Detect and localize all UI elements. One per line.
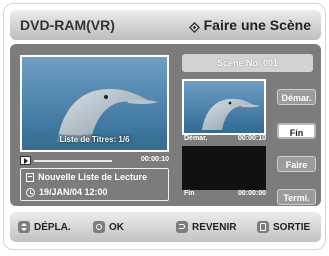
bottom-bar: DÉPLA. OK REVENIR SORTIE <box>10 212 321 242</box>
end-label: Fin <box>184 190 195 197</box>
start-time: 00:00:10 <box>237 135 266 142</box>
clock-icon <box>26 187 35 197</box>
playlist-icon <box>26 172 34 182</box>
start-button[interactable]: Démar. <box>277 89 316 105</box>
dvd-menu-screen: DVD-RAM(VR) Faire une Scène Liste de Tit… <box>3 3 326 250</box>
end-time: 00:00:00 <box>237 190 266 197</box>
play-icon[interactable] <box>20 156 31 165</box>
end-row: Fin 00:00:00 <box>184 190 266 201</box>
start-row: Démar. 00:00:10 <box>184 135 266 146</box>
up-down-icon <box>18 221 30 233</box>
main-panel: Liste de Titres: 1/6 00:00:10 Nouvelle L… <box>10 44 321 206</box>
exit-hint[interactable]: SORTIE <box>257 221 310 233</box>
playlist-title-row: Nouvelle Liste de Lecture <box>26 172 147 182</box>
playlist-info: Nouvelle Liste de Lecture 19/JAN/04 12:0… <box>20 168 169 201</box>
ok-icon <box>93 221 105 233</box>
scene-editor: Démar. 00:00:10 Fin 00:00:00 <box>182 79 266 199</box>
return-icon <box>176 221 188 233</box>
playlist-date: 19/JAN/04 12:00 <box>39 187 108 197</box>
scene-number: Scène No. 001 <box>182 54 313 72</box>
exit-label: SORTIE <box>273 221 311 233</box>
finish-button[interactable]: Termi. <box>277 189 316 205</box>
make-button[interactable]: Faire <box>277 156 316 172</box>
exit-icon <box>257 221 269 233</box>
move-hint[interactable]: DÉPLA. <box>18 221 71 233</box>
title-bar: DVD-RAM(VR) Faire une Scène <box>10 10 321 40</box>
progress-track[interactable] <box>34 160 112 162</box>
playlist-title: Nouvelle Liste de Lecture <box>38 172 148 182</box>
diamond-icon <box>188 20 200 33</box>
playlist-caption: Liste de Titres: 1/6 <box>59 135 130 144</box>
app-title: DVD-RAM(VR) <box>20 17 115 33</box>
playback-time: 00:00:10 <box>140 156 169 163</box>
ok-label: OK <box>109 221 124 233</box>
playback-progress: 00:00:10 <box>20 156 169 165</box>
move-label: DÉPLA. <box>34 221 71 233</box>
ok-hint[interactable]: OK <box>93 221 124 233</box>
end-thumbnail <box>182 146 266 190</box>
start-thumbnail <box>182 79 266 135</box>
mode-title: Faire une Scène <box>188 17 311 33</box>
preview-thumbnail: Liste de Titres: 1/6 <box>20 55 169 152</box>
playlist-date-row: 19/JAN/04 12:00 <box>26 187 108 197</box>
end-button[interactable]: Fin <box>277 123 316 139</box>
return-hint[interactable]: REVENIR <box>176 221 236 233</box>
return-label: REVENIR <box>192 221 237 233</box>
start-label: Démar. <box>184 135 208 142</box>
mode-title-label: Faire une Scène <box>203 17 311 33</box>
